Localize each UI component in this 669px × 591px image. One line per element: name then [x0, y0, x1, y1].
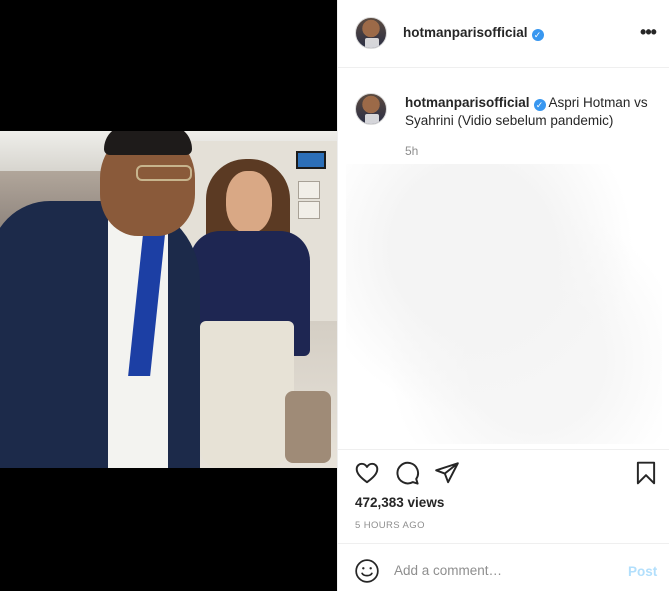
video-scene-display-screen [296, 151, 326, 169]
video-woman-skirt [200, 321, 294, 468]
caption: hotmanparisofficial ✓ Aspri Hotman vs Sya… [405, 94, 655, 130]
smiley-icon[interactable] [354, 558, 380, 584]
caption-area: hotmanparisofficial ✓ Aspri Hotman vs Sya… [338, 69, 669, 449]
header-username-text[interactable]: hotmanparisofficial [403, 25, 528, 40]
heart-icon[interactable] [354, 460, 380, 486]
paper-plane-icon[interactable] [434, 460, 460, 486]
video-man-suit [0, 201, 200, 468]
action-bar: 472,383 views 5 HOURS AGO [338, 449, 669, 543]
post-header: hotmanparisofficial ✓ ••• [338, 0, 669, 68]
post-timestamp[interactable]: 5 HOURS AGO [355, 520, 425, 531]
video-scene-sign [298, 201, 320, 219]
verified-badge-icon: ✓ [531, 29, 544, 41]
more-options-icon[interactable]: ••• [638, 22, 658, 42]
video-handbag [285, 391, 331, 463]
post-comment-button[interactable]: Post [628, 564, 657, 579]
video-scene-sign [298, 181, 320, 199]
comment-input[interactable] [394, 556, 614, 584]
comment-bar: Post [338, 543, 669, 591]
verified-badge-icon: ✓ [533, 99, 546, 111]
video-player[interactable] [0, 131, 337, 468]
bookmark-icon[interactable] [633, 460, 659, 486]
video-woman-face [226, 171, 272, 233]
view-count[interactable]: 472,383 views [355, 495, 444, 510]
comments-area [346, 164, 662, 444]
post-media [0, 0, 337, 591]
post-sidebar: hotmanparisofficial ✓ ••• hotmanparisoffi… [337, 0, 669, 591]
avatar[interactable] [355, 17, 387, 49]
video-man-glasses [136, 165, 192, 181]
caption-time[interactable]: 5h [405, 144, 418, 158]
caption-username[interactable]: hotmanparisofficial [405, 95, 530, 110]
header-username[interactable]: hotmanparisofficial ✓ [403, 25, 544, 41]
caption-avatar[interactable] [355, 93, 387, 125]
video-man-hair [104, 131, 192, 155]
comment-bubble-icon[interactable] [394, 460, 420, 486]
